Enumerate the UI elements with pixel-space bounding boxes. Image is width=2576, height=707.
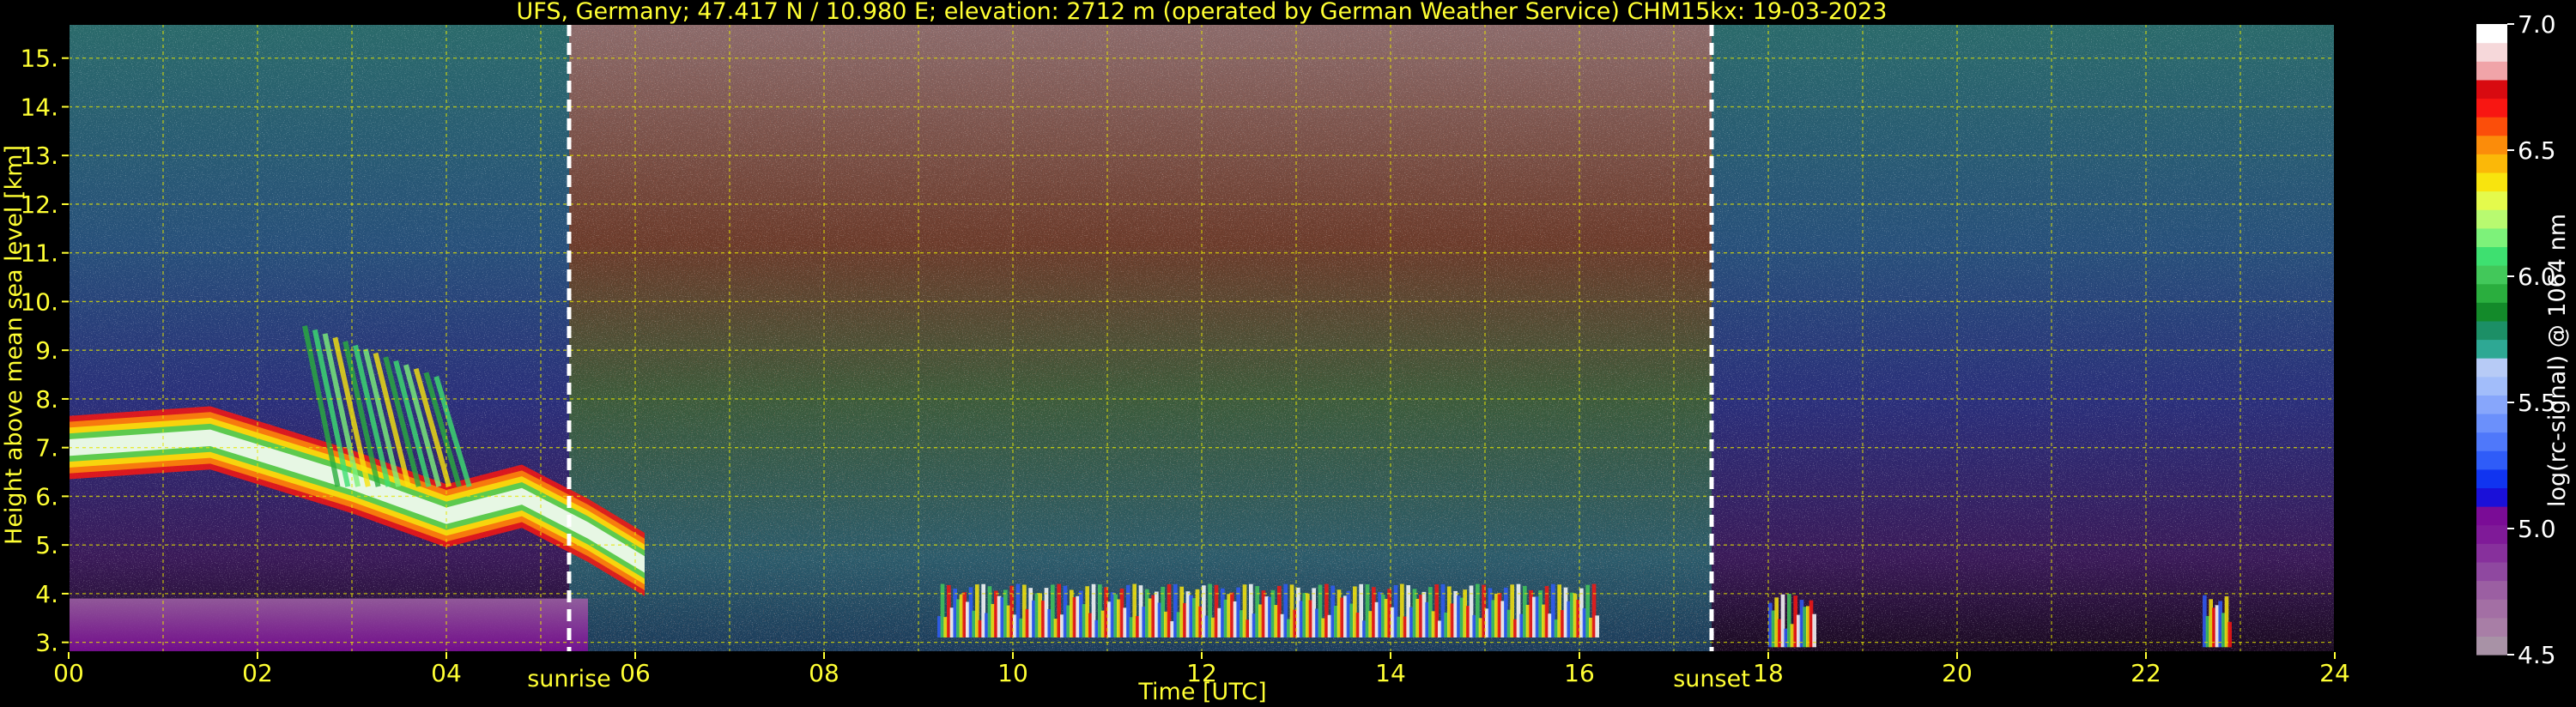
colorbar-segment <box>2476 561 2507 582</box>
y-tick-label: 14. <box>20 93 58 121</box>
colorbar-segment <box>2476 487 2507 507</box>
x-tick-label: 04 <box>431 659 462 687</box>
colorbar-segment <box>2476 636 2507 656</box>
low-cloud-column <box>1595 615 1599 638</box>
x-tick-label: 06 <box>620 659 651 687</box>
colorbar-segment <box>2476 506 2507 526</box>
signal-noise-overlay-warm <box>569 24 1712 652</box>
colorbar-segment <box>2476 302 2507 322</box>
x-tick-label: 10 <box>997 659 1028 687</box>
colorbar-segment <box>2476 24 2507 44</box>
colorbar-segment <box>2476 413 2507 433</box>
y-tick-label: 7. <box>35 434 58 462</box>
colorbar-segment <box>2476 246 2507 266</box>
low-cloud-column <box>2227 621 2232 648</box>
colorbar-segment <box>2476 450 2507 470</box>
colorbar-segment <box>2476 376 2507 396</box>
colorbar-segment <box>2476 580 2507 600</box>
colorbar-tick-label: 6.5 <box>2518 136 2556 165</box>
y-tick-label: 8. <box>35 385 58 414</box>
colorbar-label: log(rc-signal) @ 1064 nm <box>2544 214 2571 507</box>
colorbar-segment <box>2476 339 2507 359</box>
colorbar-segment <box>2476 172 2507 192</box>
boundary-layer <box>69 598 588 652</box>
y-axis-label: Height above mean sea level [km] <box>1 145 27 545</box>
chart-title: UFS, Germany; 47.417 N / 10.980 E; eleva… <box>517 0 1888 25</box>
marker-label-sunrise: sunrise <box>527 666 611 692</box>
colorbar-segment <box>2476 524 2507 544</box>
y-tick-label: 4. <box>35 580 58 608</box>
colorbar-segment <box>2476 42 2507 62</box>
colorbar-segment <box>2476 209 2507 229</box>
x-tick-label: 00 <box>53 659 84 687</box>
x-tick-label: 16 <box>1564 659 1595 687</box>
colorbar-segment <box>2476 599 2507 619</box>
x-axis-label: Time [UTC] <box>1137 679 1266 705</box>
colorbar-segment <box>2476 98 2507 118</box>
x-tick-label: 24 <box>2319 659 2350 687</box>
colorbar-segment <box>2476 117 2507 136</box>
y-tick-label: 15. <box>20 45 58 73</box>
y-tick-label: 6. <box>35 482 58 511</box>
colorbar-segment <box>2476 358 2507 378</box>
x-tick-label: 08 <box>809 659 839 687</box>
colorbar-segment <box>2476 468 2507 489</box>
colorbar-segment <box>2476 617 2507 637</box>
colorbar-tick-label: 7.0 <box>2518 10 2556 39</box>
colorbar-segment <box>2476 61 2507 81</box>
colorbar-segment <box>2476 320 2507 341</box>
colorbar-segment <box>2476 79 2507 100</box>
colorbar-tick-label: 4.5 <box>2518 641 2556 669</box>
colorbar-segment <box>2476 432 2507 451</box>
colorbar-tick-label: 5.0 <box>2518 515 2556 543</box>
y-tick-label: 3. <box>35 629 58 657</box>
x-tick-label: 14 <box>1375 659 1406 687</box>
x-tick-label: 20 <box>1942 659 1973 687</box>
x-tick-label: 18 <box>1753 659 1784 687</box>
marker-label-sunset: sunset <box>1673 666 1750 692</box>
colorbar-segment <box>2476 154 2507 173</box>
colorbar-segment <box>2476 395 2507 414</box>
x-tick-label: 02 <box>242 659 273 687</box>
x-tick-label: 22 <box>2131 659 2161 687</box>
y-tick-label: 9. <box>35 336 58 365</box>
colorbar-segment <box>2476 135 2507 154</box>
colorbar-segment <box>2476 283 2507 303</box>
colorbar-segment <box>2476 265 2507 285</box>
plot-area: sunrise sunset <box>68 24 2336 692</box>
ceilometer-chart: sunrise sunset 00 02 04 06 08 10 12 14 16 18 20 22 24… <box>1 0 2571 705</box>
y-tick-label: 5. <box>35 531 58 559</box>
colorbar-segment <box>2476 190 2507 210</box>
colorbar-segment <box>2476 227 2507 248</box>
colorbar-segment <box>2476 543 2507 563</box>
